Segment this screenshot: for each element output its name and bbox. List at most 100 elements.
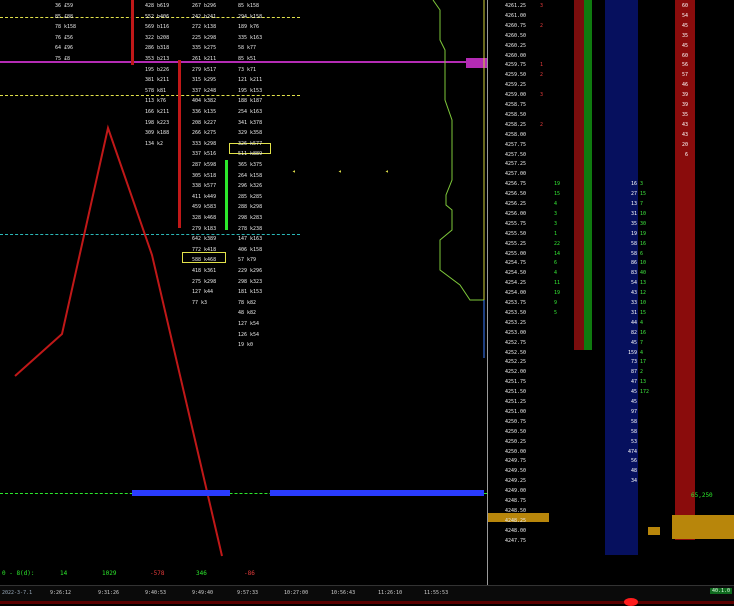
ladder-bid-value: 2: [540, 121, 544, 128]
ladder-row[interactable]: 4248.00: [488, 527, 734, 536]
ladder-row[interactable]: 4254.50 4 83 40: [488, 269, 734, 278]
ladder-bid-value: 2: [540, 22, 544, 29]
ladder-price: 4249.00: [505, 488, 527, 495]
ladder-price: 4260.50: [505, 32, 527, 39]
ladder-row[interactable]: 4251.50 45 172: [488, 388, 734, 397]
ladder-row[interactable]: 4255.00 14 58 6: [488, 250, 734, 259]
ladder-price: 4250.00: [505, 448, 527, 455]
ladder-volume-value: 43: [630, 290, 637, 297]
ladder-row[interactable]: 4261.25 3 60: [488, 2, 734, 11]
time-tick-label: 11:55:53: [424, 590, 449, 596]
ladder-row[interactable]: 4250.75 58: [488, 418, 734, 427]
ladder-row[interactable]: 4255.50 1 19 19: [488, 230, 734, 239]
ladder-row[interactable]: 4257.25: [488, 160, 734, 169]
ladder-volume-value: 44: [630, 319, 637, 326]
blue-volume-band-2: [270, 490, 484, 496]
ladder-ask-value: 3: [640, 181, 644, 188]
ladder-right-value: 20: [681, 141, 688, 148]
ladder-row[interactable]: 4258.00 43: [488, 131, 734, 140]
ladder-ask-value: 19: [640, 230, 647, 237]
footprint-chart[interactable]: ◂ ◂ ◂ 36 £59 428 b619 267 b296 85 k158 85 £8…: [0, 0, 488, 585]
ladder-row[interactable]: 4256.50 15 27 15: [488, 190, 734, 199]
ladder-row[interactable]: 4254.25 11 54 13: [488, 279, 734, 288]
ladder-price: 4256.25: [505, 201, 527, 207]
ladder-row[interactable]: 4255.25 22 58 16: [488, 240, 734, 249]
ladder-green-value: 5: [554, 309, 558, 316]
ladder-row[interactable]: 4252.00 87 2: [488, 368, 734, 377]
ladder-row[interactable]: 4259.50 2 57: [488, 71, 734, 80]
ladder-row[interactable]: 4260.00 60: [488, 52, 734, 61]
ladder-ask-value: 4: [640, 349, 644, 356]
ladder-row[interactable]: 4253.50 5 31 15: [488, 309, 734, 318]
ladder-row[interactable]: 4254.75 6 86 10: [488, 259, 734, 268]
chart-overlay-svg: [14, 0, 485, 557]
ladder-row[interactable]: 4259.25 46: [488, 81, 734, 90]
ladder-row[interactable]: 4250.00 474: [488, 448, 734, 457]
ladder-row[interactable]: 4251.75 47 13: [488, 378, 734, 387]
ladder-volume-value: 82: [630, 329, 637, 336]
ladder-price: 4260.25: [505, 42, 527, 49]
ladder-right-value: 46: [681, 82, 688, 89]
ladder-row[interactable]: 4257.50 6: [488, 151, 734, 160]
ladder-bid-value: 3: [540, 92, 544, 99]
ladder-row[interactable]: 4249.75 56: [488, 457, 734, 466]
ladder-row[interactable]: 4248.50: [488, 507, 734, 516]
ladder-row[interactable]: 4251.25 45: [488, 398, 734, 407]
ladder-green-value: 19: [554, 290, 561, 297]
ladder-ask-value: 17: [640, 359, 647, 366]
ladder-volume-value: 73: [630, 359, 637, 366]
ladder-row[interactable]: 4258.50 35: [488, 111, 734, 120]
ladder-right-value: 43: [681, 121, 688, 128]
ladder-row[interactable]: 4252.75 45 7: [488, 339, 734, 348]
ladder-row[interactable]: 4251.00 97: [488, 408, 734, 417]
ladder-row[interactable]: 4252.50 159 4: [488, 349, 734, 358]
ladder-ask-value: 15: [640, 309, 647, 316]
ladder-price: 4255.25: [505, 240, 527, 247]
ladder-row[interactable]: 4249.50 48: [488, 467, 734, 476]
ladder-price: 4258.25: [505, 121, 527, 128]
ladder-right-value: 54: [681, 12, 688, 19]
ladder-row[interactable]: 4256.25 4 13 7: [488, 200, 734, 209]
price-ladder[interactable]: 4261.25 3 60 4261.00 54 4260.75 2 45 4260.50 35 42…: [488, 0, 734, 585]
ladder-volume-value: 53: [630, 438, 637, 445]
ladder-price: 4251.00: [505, 408, 527, 415]
ladder-row[interactable]: 4249.25 34: [488, 477, 734, 486]
ladder-row[interactable]: 4254.00 19 43 12: [488, 289, 734, 298]
ladder-price: 4248.75: [505, 498, 527, 504]
ladder-row[interactable]: 4256.00 3 31 10: [488, 210, 734, 219]
ladder-row[interactable]: 4253.25 44 4: [488, 319, 734, 328]
ladder-price: 4257.00: [505, 171, 527, 178]
ladder-green-value: 9: [554, 300, 558, 306]
ladder-row[interactable]: 4247.75: [488, 537, 734, 546]
ladder-row[interactable]: 4260.25 45: [488, 42, 734, 51]
ladder-row[interactable]: 4257.75 20: [488, 141, 734, 150]
ladder-row[interactable]: 4259.00 3 39: [488, 91, 734, 100]
ladder-row[interactable]: 4259.75 1 56: [488, 61, 734, 70]
ladder-price: 4256.00: [505, 210, 527, 217]
ladder-row[interactable]: 4250.25 53: [488, 438, 734, 447]
ladder-row[interactable]: 4250.50 58: [488, 428, 734, 437]
progress-knob[interactable]: [624, 598, 638, 606]
ladder-row[interactable]: 4256.75 19 16 3: [488, 180, 734, 189]
ladder-row[interactable]: 4248.25: [488, 517, 734, 526]
ladder-row[interactable]: 4253.00 82 16: [488, 329, 734, 338]
ladder-price: 4252.25: [505, 359, 527, 366]
ladder-row[interactable]: 4257.00: [488, 170, 734, 179]
ladder-ask-value: 10: [640, 210, 647, 217]
ladder-volume-value: 474: [627, 448, 637, 455]
ladder-row[interactable]: 4255.75 3 35 30: [488, 220, 734, 229]
ladder-price: 4258.50: [505, 111, 527, 118]
ladder-price: 4249.25: [505, 478, 527, 485]
ladder-ask-value: 10: [640, 260, 647, 267]
ladder-price: 4249.50: [505, 468, 527, 475]
ladder-row[interactable]: 4258.75 39: [488, 101, 734, 110]
ladder-row[interactable]: 4253.75 9 33 10: [488, 299, 734, 308]
ladder-row[interactable]: 4260.50 35: [488, 32, 734, 41]
ladder-row[interactable]: 4260.75 2 45: [488, 22, 734, 31]
ladder-volume-value: 87: [630, 369, 637, 376]
ladder-row[interactable]: 4261.00 54: [488, 12, 734, 21]
time-tick-label: 10:56:43: [331, 590, 356, 596]
ladder-row[interactable]: 4252.25 73 17: [488, 358, 734, 367]
ladder-volume-value: 31: [630, 309, 637, 316]
ladder-row[interactable]: 4258.25 2 43: [488, 121, 734, 130]
